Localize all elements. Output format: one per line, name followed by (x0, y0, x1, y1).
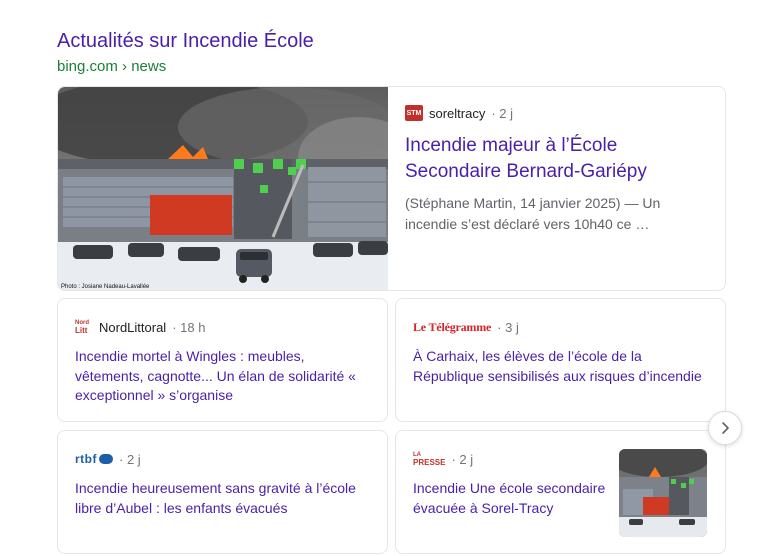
news-card[interactable]: LA PRESSE · 2 j Incendie Une école secon… (395, 430, 726, 554)
publisher-logo: STM (405, 105, 423, 121)
timestamp: · 18 h (172, 319, 206, 335)
publisher-name: NordLittoral (99, 319, 167, 335)
news-card[interactable]: rtbf · 2 j Incendie heureusement sans gr… (57, 430, 388, 554)
news-card-featured[interactable]: Photo : Josiane Nadeau-Lavallée STM sore… (57, 86, 726, 291)
publisher-logo: LA PRESSE (413, 452, 446, 467)
timestamp: · 2 j (119, 451, 141, 467)
news-card[interactable]: Le Télégramme · 3 j À Carhaix, les élève… (395, 298, 726, 422)
timestamp: · 2 j (451, 451, 474, 467)
photo-credit: Photo : Josiane Nadeau-Lavallée (61, 284, 150, 290)
news-title-link[interactable]: Incendie mortel à Wingles : meubles, vêt… (75, 347, 371, 406)
chevron-right-icon (722, 422, 729, 434)
timestamp: · 2 j (491, 105, 514, 121)
news-title-link[interactable]: Incendie heureusement sans gravité à l’é… (75, 479, 371, 518)
news-thumbnail[interactable]: Photo : Josiane Nadeau-Lavallée (58, 87, 418, 290)
publisher-logo: Le Télégramme (413, 319, 492, 334)
timestamp: · 3 j (497, 319, 519, 335)
publisher-logo: rtbf (75, 452, 113, 466)
source-url[interactable]: bing.com › news (57, 58, 166, 75)
carousel-next-button[interactable] (708, 411, 742, 445)
news-snippet: (Stéphane Martin, 14 janvier 2025) — Un … (405, 195, 661, 232)
publisher-name: soreltracy (429, 105, 486, 121)
section-title[interactable]: Actualités sur Incendie École (57, 30, 314, 53)
news-title-link[interactable]: Incendie majeur à l’École Secondaire Ber… (405, 133, 709, 185)
news-card[interactable]: Nord Litt NordLittoral · 18 h Incendie m… (57, 298, 388, 422)
news-title-link[interactable]: Incendie Une école secondaire évacuée à … (413, 479, 607, 518)
news-thumbnail[interactable] (619, 449, 707, 537)
publisher-logo: Nord Litt (75, 320, 89, 335)
news-title-link[interactable]: À Carhaix, les élèves de l’école de la R… (413, 347, 709, 386)
